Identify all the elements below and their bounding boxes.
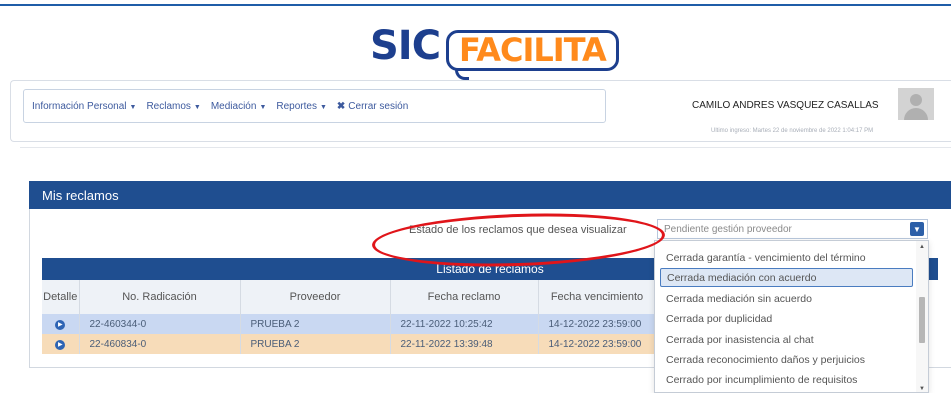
detail-cell: ▶ (42, 314, 80, 334)
close-icon: ✖ (336, 100, 346, 112)
logout-link[interactable]: ✖ Cerrar sesión (337, 101, 408, 112)
nav-reclamos[interactable]: Reclamos ▼ (146, 101, 200, 112)
detail-arrow-icon[interactable]: ▶ (55, 340, 66, 350)
col-header-fecha-reclamo: Fecha reclamo (390, 280, 539, 314)
cell-fecha-vencimiento: 14-12-2022 23:59:00 (538, 334, 657, 354)
col-header-proveedor: Proveedor (240, 280, 391, 314)
logo-facilita-text: FACILITA (459, 30, 607, 69)
cell-fecha-reclamo: 22-11-2022 10:25:42 (390, 314, 539, 334)
cell-fecha-reclamo: 22-11-2022 13:39:48 (390, 334, 539, 354)
cell-radicacion: 22-460344-0 (79, 314, 241, 334)
top-accent-line (0, 4, 951, 6)
cell-proveedor: PRUEBA 2 (240, 314, 391, 334)
user-name: CAMILO ANDRES VASQUEZ CASALLAS (692, 100, 879, 111)
cell-fecha-vencimiento: 14-12-2022 23:59:00 (538, 314, 657, 334)
nav-mediacion[interactable]: Mediación ▼ (211, 101, 267, 112)
divider (20, 147, 951, 148)
avatar[interactable] (898, 88, 934, 120)
nav-reportes[interactable]: Reportes ▼ (276, 101, 327, 112)
caret-down-icon: ▼ (193, 103, 201, 111)
col-header-radicacion: No. Radicación (79, 280, 241, 314)
detail-cell: ▶ (42, 334, 80, 354)
cell-radicacion: 22-460834-0 (79, 334, 241, 354)
logo-sic-text: SIC (370, 23, 441, 69)
claims-table: Detalle No. Radicación Proveedor Fecha r… (42, 280, 657, 354)
dropdown-option[interactable]: Cerrado por incumplimiento de requisitos (660, 370, 913, 389)
table-header-row: Detalle No. Radicación Proveedor Fecha r… (42, 280, 657, 314)
dropdown-option[interactable]: Cerrada por duplicidad (660, 309, 913, 328)
caret-down-icon: ▼ (319, 103, 327, 111)
col-header-fecha-vencimiento: Fecha vencimiento (538, 280, 657, 314)
chevron-down-icon[interactable]: ▼ (910, 222, 924, 236)
status-filter-label: Estado de los reclamos que desea visuali… (409, 224, 627, 236)
main-nav: Información Personal ▼ Reclamos ▼ Mediació… (23, 89, 606, 123)
caret-down-icon: ▼ (129, 103, 137, 111)
avatar-head-shape (910, 94, 922, 106)
scroll-down-icon[interactable]: ▼ (919, 386, 925, 392)
status-dropdown-list[interactable]: Cerrada garantía - vencimiento del térmi… (654, 240, 929, 393)
cell-proveedor: PRUEBA 2 (240, 334, 391, 354)
last-login-text: Ultimo ingreso: Martes 22 de noviembre d… (711, 128, 874, 134)
panel-title: Mis reclamos (29, 181, 951, 209)
nav-informacion-personal[interactable]: Información Personal ▼ (32, 101, 136, 112)
dropdown-option[interactable]: Cerrada mediación sin acuerdo (660, 289, 913, 308)
dropdown-option[interactable]: Cerrada por inasistencia al chat (660, 330, 913, 349)
scrollbar-thumb[interactable] (919, 297, 925, 343)
scroll-up-icon[interactable]: ▲ (919, 244, 925, 250)
caret-down-icon: ▼ (259, 103, 267, 111)
status-filter-select[interactable]: Pendiente gestión proveedor ▼ (657, 219, 928, 239)
dropdown-scrollbar[interactable]: ▲ ▼ (916, 241, 928, 392)
dropdown-option-highlighted[interactable]: Cerrada mediación con acuerdo (660, 268, 913, 287)
table-row[interactable]: ▶ 22-460344-0 PRUEBA 2 22-11-2022 10:25:… (42, 314, 657, 334)
status-filter-value: Pendiente gestión proveedor (664, 223, 792, 235)
logo-facilita-bubble: FACILITA (446, 29, 619, 80)
dropdown-option[interactable]: Cerrada reconocimiento daños y perjuicio… (660, 350, 913, 369)
dropdown-option[interactable]: Cerrada garantía - vencimiento del térmi… (660, 248, 913, 267)
avatar-body-shape (904, 108, 928, 120)
sic-facilita-logo: SIC FACILITA (370, 18, 619, 80)
col-header-detalle: Detalle (42, 280, 80, 314)
table-row[interactable]: ▶ 22-460834-0 PRUEBA 2 22-11-2022 13:39:… (42, 334, 657, 354)
logo-bubble-tail (455, 67, 470, 80)
detail-arrow-icon[interactable]: ▶ (55, 320, 66, 330)
